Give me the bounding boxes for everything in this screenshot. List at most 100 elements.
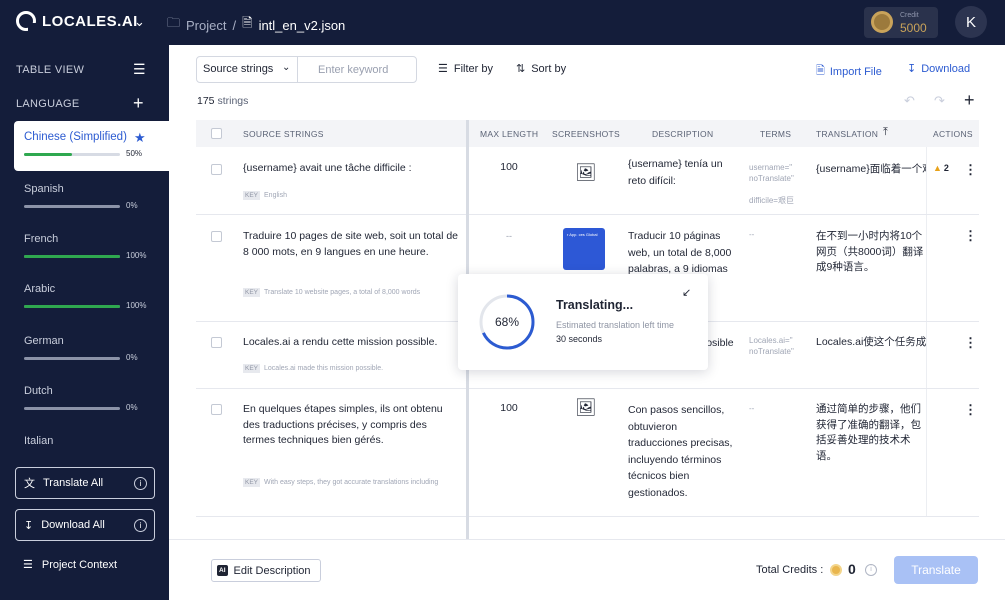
- header-translation[interactable]: TRANSLATION: [816, 129, 878, 139]
- import-icon: 🗎: [816, 65, 825, 77]
- info-icon[interactable]: i: [865, 564, 877, 576]
- warning-count: 2: [943, 163, 949, 173]
- credit-label: Credit: [900, 12, 919, 19]
- language-item-italian[interactable]: Italian: [14, 425, 169, 447]
- collapse-icon[interactable]: ↙: [682, 286, 691, 299]
- header-terms[interactable]: TERMS: [760, 129, 791, 139]
- chevron-down-icon[interactable]: ⌄: [134, 14, 145, 30]
- translating-progress-popup: 68% Translating... Estimated translation…: [458, 274, 708, 370]
- search-input[interactable]: [301, 59, 413, 80]
- translate-all-button[interactable]: 文 Translate All i: [15, 467, 155, 499]
- header-screenshots[interactable]: SCREENSHOTS: [552, 129, 620, 139]
- import-file-button[interactable]: 🗎 Import File: [816, 62, 882, 81]
- sort-button[interactable]: ⇅ Sort by: [516, 62, 566, 76]
- source-strings-select[interactable]: Source strings ⌄: [197, 57, 298, 82]
- more-options-icon[interactable]: ⋮: [964, 228, 977, 244]
- max-length-value[interactable]: 100: [494, 402, 524, 414]
- redo-icon[interactable]: ↷: [934, 93, 945, 109]
- info-icon[interactable]: i: [134, 519, 147, 532]
- language-percent: 50%: [126, 149, 143, 158]
- language-name: Italian: [24, 435, 54, 447]
- download-icon: ↧: [24, 519, 34, 532]
- translate-button[interactable]: Translate: [894, 556, 978, 584]
- description-text[interactable]: Con pasos sencillos, obtuvieron traducci…: [628, 402, 738, 501]
- edit-description-button[interactable]: AI Edit Description: [211, 559, 321, 582]
- popup-time: 30 seconds: [556, 334, 603, 344]
- language-name: Chinese (Simplified): [24, 131, 127, 143]
- add-string-icon[interactable]: +: [964, 90, 975, 111]
- warning-indicator[interactable]: ▲ 2: [933, 163, 949, 173]
- more-options-icon[interactable]: ⋮: [964, 162, 977, 178]
- row-checkbox[interactable]: [211, 404, 222, 415]
- translation-text[interactable]: 通过简单的步骤，他们获得了准确的翻译，包括妥善处理的技术术语。: [816, 402, 926, 464]
- more-options-icon[interactable]: ⋮: [964, 335, 977, 351]
- header-description[interactable]: DESCRIPTION: [652, 129, 713, 139]
- table-view-toggle-icon[interactable]: ☰: [133, 61, 146, 78]
- string-count: 175 strings: [197, 95, 248, 107]
- language-item-arabic[interactable]: Arabic 100%: [14, 273, 169, 323]
- table-view-label: TABLE VIEW: [16, 64, 85, 76]
- screenshot-thumbnail[interactable]: r App. ces Global: [563, 228, 605, 270]
- star-icon[interactable]: ★: [134, 130, 146, 146]
- top-bar: LOCALES.AI ⌄ 🗀 Project / 🗎 intl_en_v2.js…: [0, 0, 1005, 45]
- translation-text[interactable]: {username}面临着一个艰巨: [816, 162, 926, 178]
- download-icon: ↧: [907, 63, 917, 75]
- info-icon[interactable]: i: [134, 477, 147, 490]
- language-name: Arabic: [24, 283, 56, 295]
- table-row[interactable]: En quelques étapes simples, ils ont obte…: [196, 389, 979, 517]
- chevron-down-icon: ⌄: [282, 62, 291, 73]
- table-row[interactable]: {username} avait une tâche difficile : K…: [196, 147, 979, 215]
- translate-icon: 文: [24, 478, 35, 490]
- language-item-german[interactable]: German 0%: [14, 325, 169, 375]
- sort-asc-icon[interactable]: ⤒: [883, 126, 888, 139]
- row-checkbox[interactable]: [211, 231, 222, 242]
- max-length-value[interactable]: --: [494, 231, 524, 241]
- source-string[interactable]: Locales.ai a rendu cette mission possibl…: [243, 335, 458, 351]
- table-header: SOURCE STRINGS MAX LENGTH SCREENSHOTS DE…: [196, 120, 979, 147]
- row-actions: ⋮: [926, 215, 979, 321]
- language-item-french[interactable]: French 100%: [14, 223, 169, 273]
- language-item-spanish[interactable]: Spanish 0%: [14, 173, 169, 223]
- language-name: French: [24, 233, 59, 245]
- add-image-icon[interactable]: 🖼: [575, 163, 597, 183]
- row-checkbox[interactable]: [211, 337, 222, 348]
- language-progress-bar: [24, 407, 120, 410]
- undo-icon[interactable]: ↶: [904, 93, 915, 109]
- language-heading: LANGUAGE: [16, 98, 80, 110]
- header-max-length[interactable]: MAX LENGTH: [480, 129, 538, 139]
- language-item-chinese-simplified[interactable]: Chinese (Simplified) ★ 50%: [14, 121, 169, 171]
- language-item-dutch[interactable]: Dutch 0%: [14, 375, 169, 425]
- source-string[interactable]: En quelques étapes simples, ils ont obte…: [243, 402, 458, 449]
- language-name: German: [24, 335, 64, 347]
- string-key: KEY Locales.ai made this mission possible…: [243, 364, 455, 373]
- row-actions: ⋮: [926, 322, 979, 388]
- download-button[interactable]: ↧ Download: [907, 62, 970, 76]
- popup-subtitle: Estimated translation left time: [556, 320, 675, 330]
- language-progress-bar: [24, 205, 120, 208]
- coin-icon: [830, 564, 842, 576]
- thumbnail-text: r App. ces Global: [567, 232, 598, 237]
- project-context-link[interactable]: ☰ Project Context: [23, 558, 117, 572]
- language-percent: 0%: [126, 353, 138, 362]
- max-length-value[interactable]: 100: [494, 161, 524, 173]
- select-all-checkbox[interactable]: [211, 128, 222, 139]
- breadcrumb-project[interactable]: Project: [186, 18, 226, 33]
- more-options-icon[interactable]: ⋮: [964, 402, 977, 418]
- row-checkbox[interactable]: [211, 164, 222, 175]
- header-source[interactable]: SOURCE STRINGS: [243, 129, 324, 139]
- add-image-icon[interactable]: 🖼: [575, 398, 597, 418]
- brand-logo[interactable]: LOCALES.AI: [16, 11, 138, 31]
- translation-text[interactable]: 在不到一小时内将10个网页（共8000词）翻译成9种语言。: [816, 229, 926, 276]
- translate-all-label: Translate All: [43, 477, 104, 489]
- add-language-icon[interactable]: +: [133, 93, 144, 114]
- download-all-button[interactable]: ↧ Download All i: [15, 509, 155, 541]
- source-string[interactable]: Traduire 10 pages de site web, soit un t…: [243, 229, 458, 260]
- source-string[interactable]: {username} avait une tâche difficile :: [243, 161, 458, 177]
- description-text[interactable]: {username} tenía un reto difícil:: [628, 156, 738, 189]
- logo-icon: [16, 11, 36, 31]
- translation-text[interactable]: Locales.ai使这个任务成为可能。: [816, 335, 926, 351]
- user-avatar[interactable]: K: [955, 6, 987, 38]
- filter-button[interactable]: ☰ Filter by: [438, 62, 493, 76]
- warning-icon: ▲: [933, 163, 942, 173]
- credit-widget[interactable]: Credit 5000: [864, 7, 938, 38]
